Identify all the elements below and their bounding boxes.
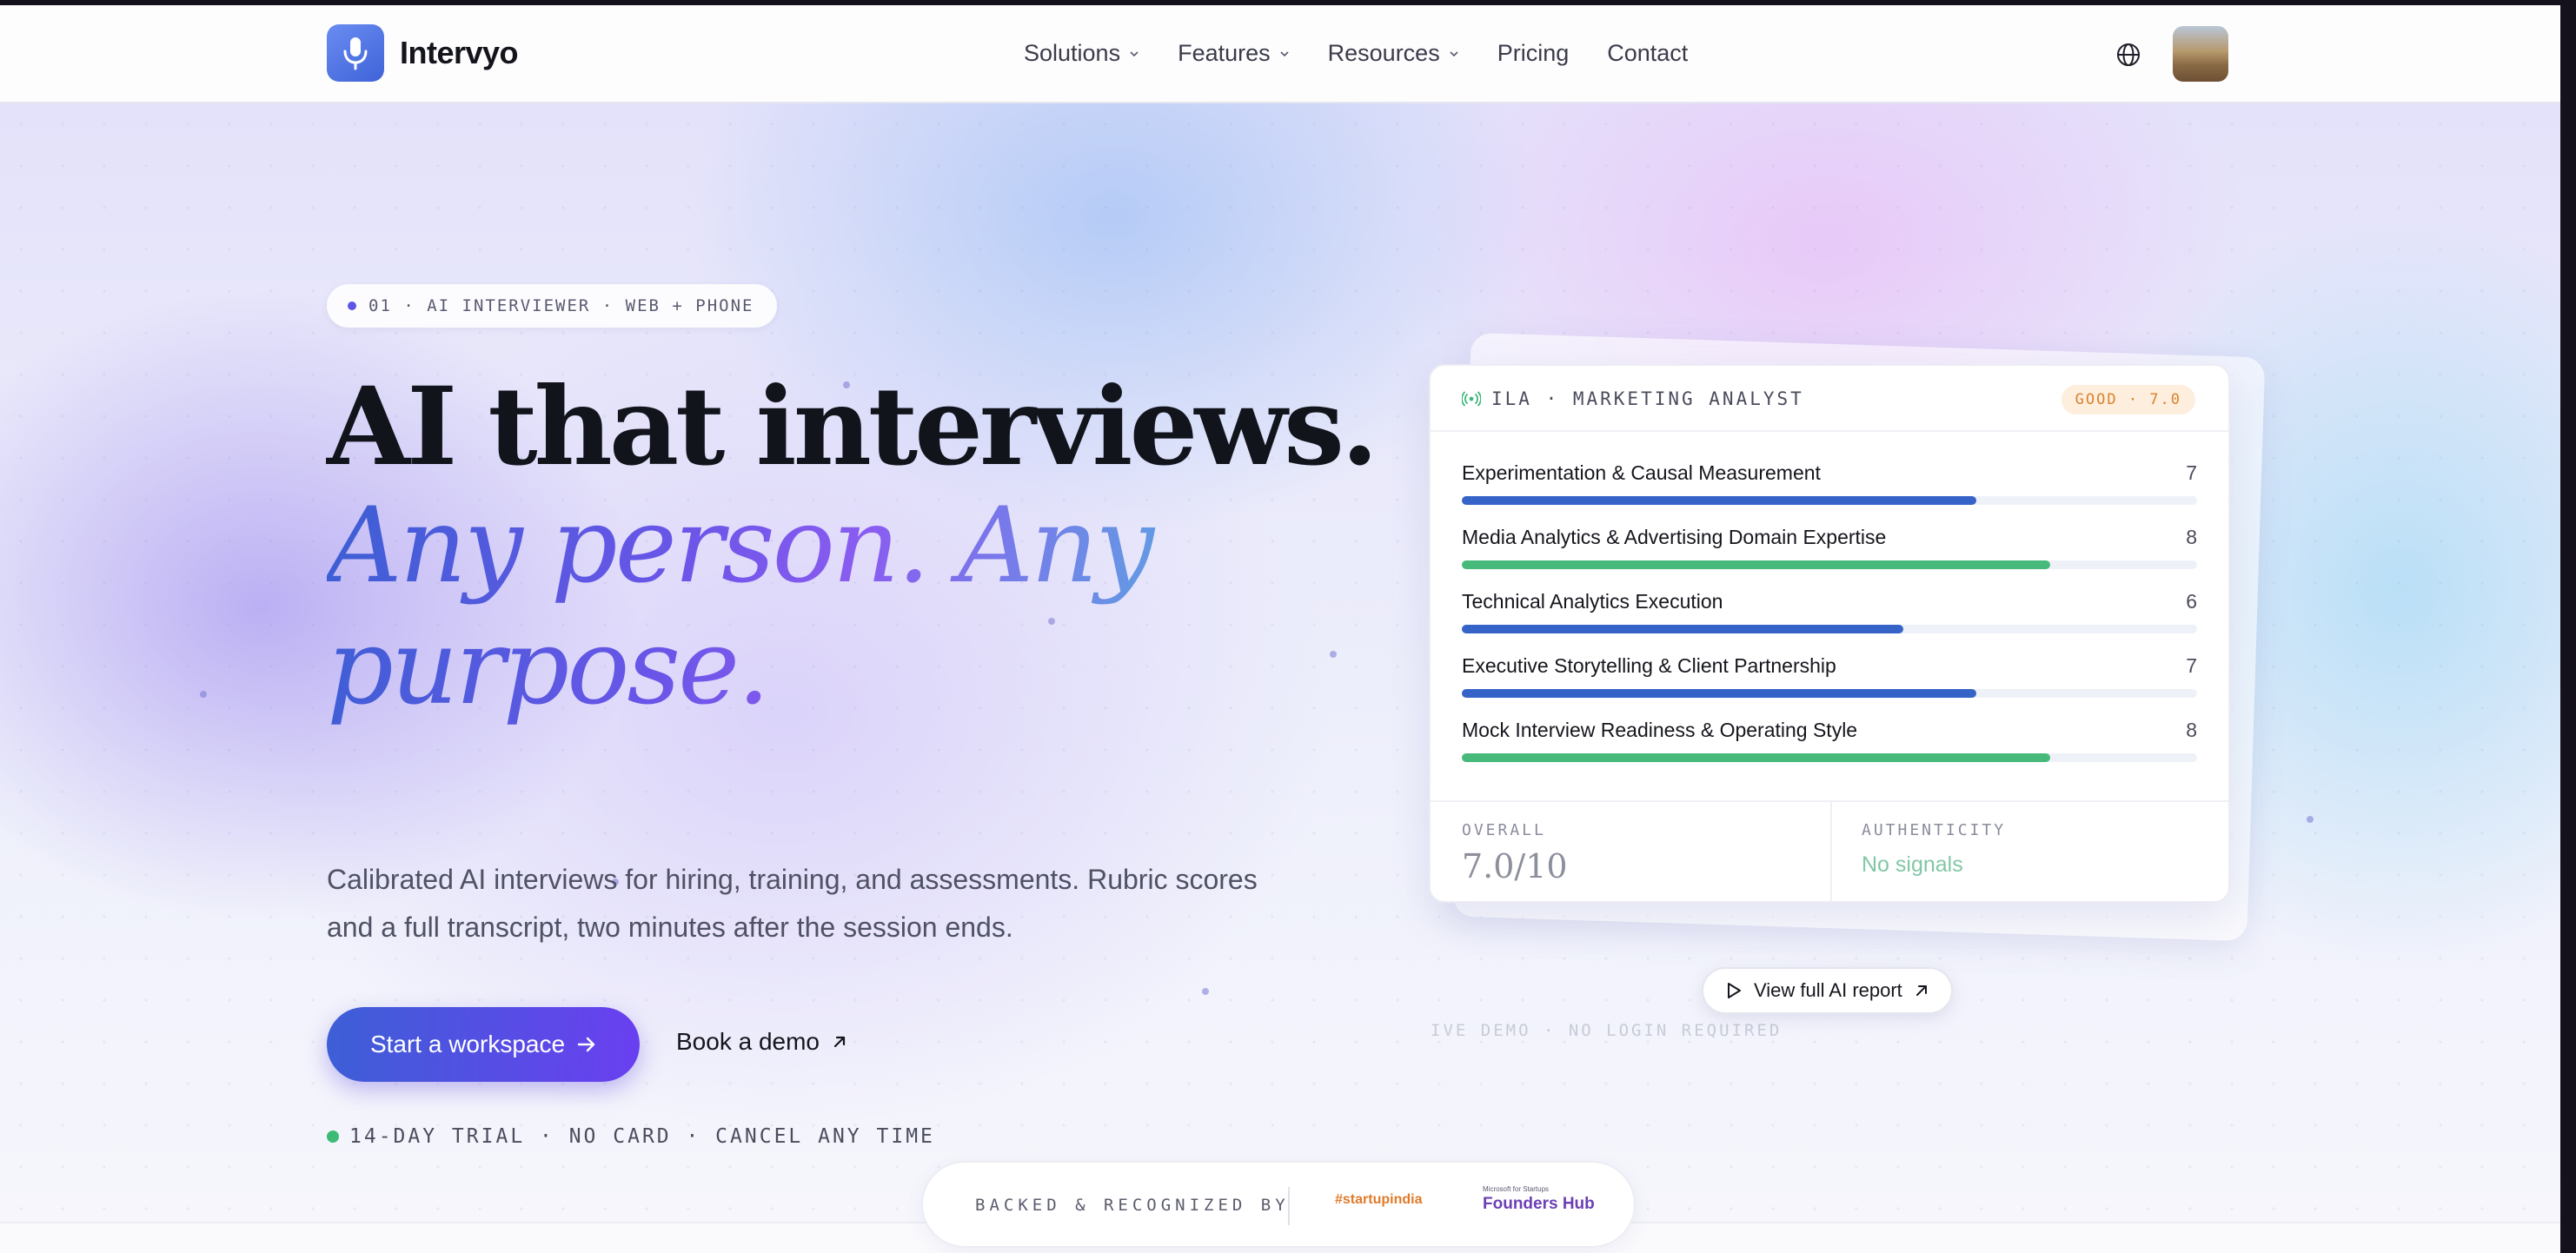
score-badge: GOOD · 7.0 <box>2061 385 2195 414</box>
score-bar-track <box>1462 689 2197 698</box>
nav-features-label: Features <box>1178 40 1271 66</box>
rubric-score: 7 <box>2186 461 2197 484</box>
rubric-row: Media Analytics & Advertising Domain Exp… <box>1462 526 2197 590</box>
score-bar-fill <box>1462 560 2050 569</box>
backed-by-label: BACKED & RECOGNIZED BY <box>975 1196 1290 1215</box>
rubric-row: Experimentation & Causal Measurement 7 <box>1462 461 2197 526</box>
play-icon <box>1728 983 1741 998</box>
rubric-label: Media Analytics & Advertising Domain Exp… <box>1462 526 1887 548</box>
top-nav: Intervyo Solutions Features Resources Pr… <box>0 5 2560 103</box>
score-bar-fill <box>1462 496 1977 505</box>
hero-tag-text: 01 · AI INTERVIEWER · WEB + PHONE <box>368 296 754 315</box>
rubric-rows: Experimentation & Causal Measurement 7 Med… <box>1462 461 2197 783</box>
nav-menu: Solutions Features Resources Pricing Con… <box>1024 40 1688 67</box>
founders-hub-logo: Microsoft for Startups Founders Hub <box>1483 1185 1595 1214</box>
sparkle-dot <box>1202 988 1209 995</box>
trial-note: 14-DAY TRIAL · NO CARD · CANCEL ANY TIME <box>327 1125 935 1148</box>
user-avatar[interactable] <box>2173 26 2228 82</box>
backed-divider <box>1288 1187 1290 1225</box>
backed-by-bar: BACKED & RECOGNIZED BY #startupindia Mic… <box>921 1161 1636 1248</box>
nav-solutions[interactable]: Solutions <box>1024 40 1139 67</box>
score-bar-fill <box>1462 625 1903 633</box>
nav-contact[interactable]: Contact <box>1607 40 1688 67</box>
nav-solutions-label: Solutions <box>1024 40 1121 66</box>
nav-resources-label: Resources <box>1327 40 1440 66</box>
nav-features[interactable]: Features <box>1178 40 1290 67</box>
report-card-header: ILA · MARKETING ANALYST GOOD · 7.0 <box>1431 366 2228 432</box>
sparkle-dot <box>2307 816 2314 823</box>
hero-section: 01 · AI INTERVIEWER · WEB + PHONE AI tha… <box>0 103 2560 1224</box>
chevron-down-icon <box>1130 50 1139 56</box>
logo-mark[interactable] <box>327 24 384 82</box>
nav-resources[interactable]: Resources <box>1328 40 1459 67</box>
microphone-icon <box>343 37 368 70</box>
footer-divider <box>1830 802 1832 901</box>
rubric-score: 7 <box>2186 654 2197 677</box>
hero-tag: 01 · AI INTERVIEWER · WEB + PHONE <box>327 284 777 328</box>
rubric-score: 8 <box>2186 719 2197 741</box>
live-demo-note: IVE DEMO · NO LOGIN REQUIRED <box>1431 1021 1783 1040</box>
rubric-score: 8 <box>2186 526 2197 548</box>
book-demo-link[interactable]: Book a demo <box>676 1028 847 1056</box>
score-bar-track <box>1462 496 2197 505</box>
authenticity-label: AUTHENTICITY <box>1862 821 2007 839</box>
hero-subheadline: Any person. Any purpose. <box>327 486 1196 729</box>
score-bar-fill <box>1462 753 2050 762</box>
status-dot <box>327 1130 339 1143</box>
nav-contact-label: Contact <box>1607 40 1689 66</box>
arrow-up-right-icon <box>1915 985 1927 996</box>
brand-name[interactable]: Intervyo <box>400 35 519 71</box>
startupindia-logo: #startupindia <box>1335 1192 1423 1207</box>
chevron-down-icon <box>1280 50 1289 56</box>
rubric-label: Experimentation & Causal Measurement <box>1462 461 1821 484</box>
rubric-label: Executive Storytelling & Client Partners… <box>1462 654 1836 677</box>
page-frame: Intervyo Solutions Features Resources Pr… <box>0 5 2560 1253</box>
authenticity-value: No signals <box>1862 852 1963 877</box>
rubric-score: 6 <box>2186 590 2197 613</box>
globe-icon[interactable] <box>2115 42 2141 68</box>
score-bar-track <box>1462 560 2197 569</box>
rubric-row: Technical Analytics Execution 6 <box>1462 590 2197 654</box>
chevron-down-icon <box>1450 50 1458 56</box>
view-report-button[interactable]: View full AI report <box>1702 967 1953 1014</box>
report-card: ILA · MARKETING ANALYST GOOD · 7.0 Exper… <box>1429 364 2230 903</box>
rubric-label: Technical Analytics Execution <box>1462 590 1723 613</box>
report-card-footer: OVERALL 7.0/10 AUTHENTICITY No signals <box>1431 800 2228 901</box>
start-workspace-button[interactable]: Start a workspace <box>327 1007 640 1082</box>
trial-note-text: 14-DAY TRIAL · NO CARD · CANCEL ANY TIME <box>349 1125 935 1148</box>
nav-pricing-label: Pricing <box>1497 40 1570 66</box>
hero-headline: AI that interviews. <box>327 364 1378 490</box>
score-bar-fill <box>1462 689 1977 698</box>
report-card-title: ILA · MARKETING ANALYST <box>1462 388 1804 409</box>
nav-pricing[interactable]: Pricing <box>1497 40 1570 67</box>
founders-hub-small-text: Microsoft for Startups <box>1483 1185 1550 1193</box>
rubric-label: Mock Interview Readiness & Operating Sty… <box>1462 719 1858 741</box>
tag-dot <box>348 302 356 310</box>
start-workspace-label: Start a workspace <box>369 1031 566 1057</box>
founders-hub-text: Founders Hub <box>1483 1195 1595 1213</box>
arrow-right-icon <box>577 1037 595 1052</box>
book-demo-label: Book a demo <box>676 1028 820 1055</box>
view-report-label: View full AI report <box>1754 979 1902 1001</box>
arrow-up-right-icon <box>833 1036 846 1048</box>
hero-lead: Calibrated AI interviews for hiring, tra… <box>327 864 1258 943</box>
score-bar-track <box>1462 625 2197 633</box>
score-bar-track <box>1462 753 2197 762</box>
sparkle-dot <box>1330 651 1337 658</box>
report-card-title-text: ILA · MARKETING ANALYST <box>1491 388 1804 409</box>
sparkle-dot <box>200 691 207 698</box>
overall-value: 7.0/10 <box>1462 847 1568 885</box>
overall-label: OVERALL <box>1462 821 1546 839</box>
rubric-row: Mock Interview Readiness & Operating Sty… <box>1462 719 2197 783</box>
rubric-row: Executive Storytelling & Client Partners… <box>1462 654 2197 719</box>
broadcast-icon <box>1462 391 1481 407</box>
